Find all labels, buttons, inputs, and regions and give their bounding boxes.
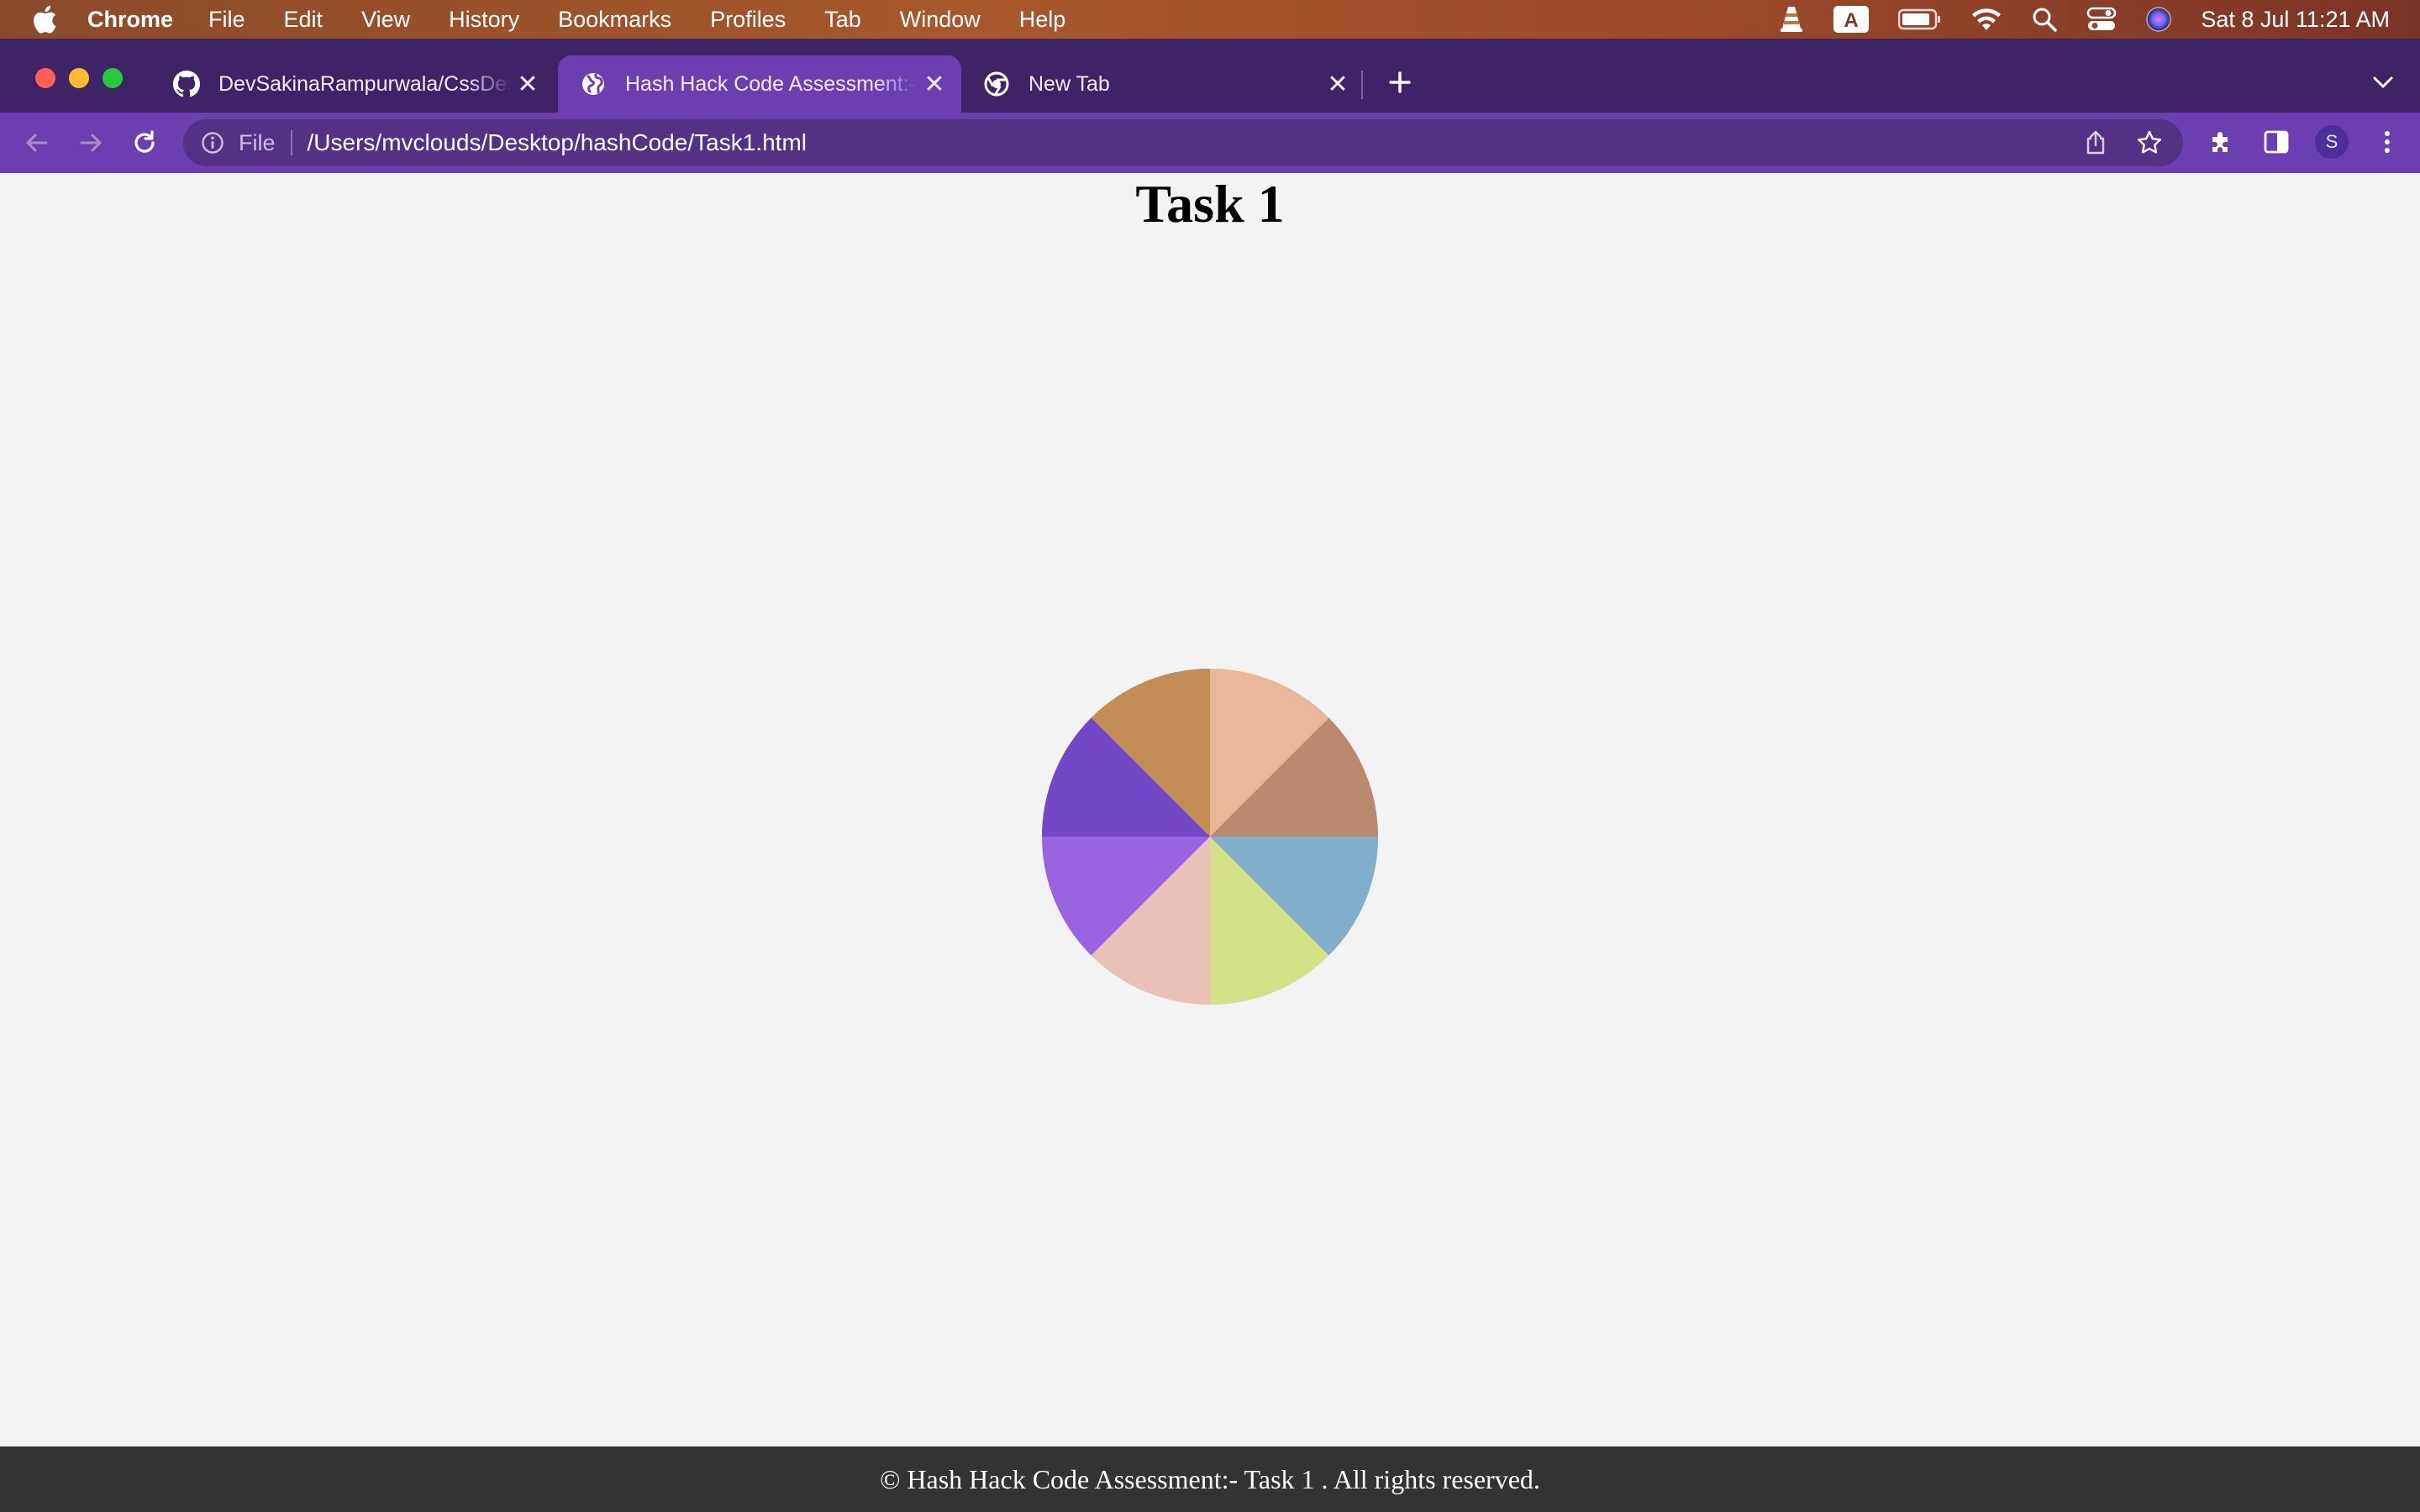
spotlight-search-icon[interactable] [2031,6,2058,33]
tab-close-button[interactable]: ✕ [918,67,951,101]
menubar-clock[interactable]: Sat 8 Jul 11:21 AM [2201,7,2390,33]
forward-button[interactable] [72,124,109,161]
new-tab-button[interactable] [1381,64,1418,101]
globe-icon [580,71,607,97]
profile-avatar[interactable]: S [2312,123,2351,161]
menu-file[interactable]: File [208,7,245,33]
vlc-cone-icon[interactable] [1779,5,1804,34]
tab-new-tab[interactable]: New Tab ✕ [961,55,1365,113]
menu-bookmarks[interactable]: Bookmarks [558,7,671,33]
address-bar[interactable]: File /Users/mvclouds/Desktop/hashCode/Ta… [183,119,2183,166]
tab-title: New Tab [1028,71,1110,96]
chrome-icon [983,71,1010,97]
window-minimize-button[interactable] [69,68,89,88]
macos-menu-bar: Chrome File Edit View History Bookmarks … [0,0,2420,39]
menu-window[interactable]: Window [900,7,981,33]
page-footer: © Hash Hack Code Assessment:- Task 1 . A… [0,1446,2420,1512]
menu-view[interactable]: View [361,7,410,33]
window-fullscreen-button[interactable] [103,68,123,88]
tab-hash-hack-active[interactable]: Hash Hack Code Assessment:- ✕ [558,55,961,113]
siri-icon[interactable] [2145,6,2172,33]
tab-close-button[interactable]: ✕ [1321,67,1355,101]
browser-tab-strip: DevSakinaRampurwala/CssDes ✕ Hash Hack C… [0,39,2420,113]
url-scheme-label: File [239,129,276,155]
browser-toolbar: File /Users/mvclouds/Desktop/hashCode/Ta… [0,113,2420,173]
wifi-icon[interactable] [1970,7,2002,32]
url-text[interactable]: /Users/mvclouds/Desktop/hashCode/Task1.h… [308,129,807,156]
web-page: Task 1 [0,173,2420,1446]
menu-history[interactable]: History [449,7,519,33]
battery-icon[interactable] [1898,8,1942,30]
menu-tab[interactable]: Tab [824,7,861,33]
menu-profiles[interactable]: Profiles [710,7,786,33]
more-menu-icon[interactable] [2368,123,2407,161]
back-button[interactable] [18,124,55,161]
menu-edit[interactable]: Edit [284,7,324,33]
avatar: S [2315,125,2349,159]
menu-app-name[interactable]: Chrome [87,7,173,33]
menu-help[interactable]: Help [1019,7,1066,33]
share-icon[interactable] [2079,126,2112,160]
input-source-icon[interactable]: A [1833,5,1870,34]
control-center-icon[interactable] [2086,7,2117,32]
tab-title: Hash Hack Code Assessment:- [625,71,916,96]
page-title: Task 1 [1135,174,1285,234]
bookmark-star-icon[interactable] [2133,126,2166,160]
github-icon [173,71,200,97]
reload-button[interactable] [126,124,163,161]
address-bar-actions [2079,126,2166,160]
tab-close-button[interactable]: ✕ [511,67,544,101]
tab-title: DevSakinaRampurwala/CssDes [218,71,511,96]
window-close-button[interactable] [35,68,55,88]
menubar-status-area: A Sat 8 Jul 11:21 AM [1779,0,2390,39]
tab-separator [1361,71,1363,99]
address-divider [290,130,292,155]
site-info-icon[interactable] [198,129,227,157]
svg-text:A: A [1844,9,1859,32]
pinwheel-graphic [972,599,1448,1074]
tab-github[interactable]: DevSakinaRampurwala/CssDes ✕ [151,55,555,113]
apple-menu-icon[interactable] [32,5,57,34]
footer-text: © Hash Hack Code Assessment:- Task 1 . A… [880,1463,1540,1494]
extensions-puzzle-icon[interactable] [2202,123,2240,161]
tab-search-chevron-icon[interactable] [2366,66,2400,99]
side-panel-icon[interactable] [2257,123,2296,161]
toolbar-actions: S [2202,123,2407,161]
